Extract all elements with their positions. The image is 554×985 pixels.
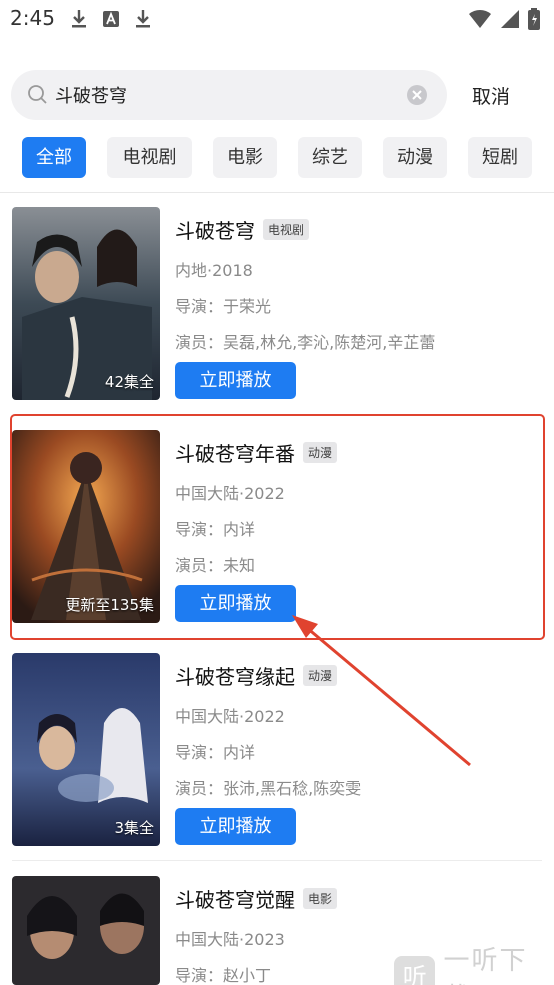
annotation-arrow [292,615,471,767]
watermark-logo: 听 [394,956,436,985]
watermark-text: 一听下载 [443,946,528,985]
watermark: 听 一听下载 [394,940,554,985]
